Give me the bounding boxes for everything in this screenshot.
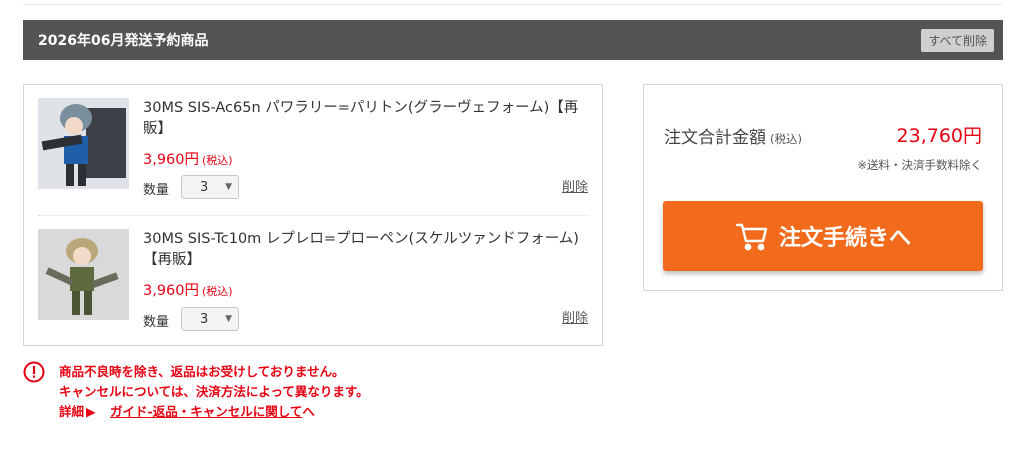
quantity-select[interactable]: 3 ▼	[181, 307, 239, 331]
tax-note: (税込)	[202, 285, 233, 298]
detail-arrow-icon: ▶	[86, 404, 96, 419]
notice-detail: 詳細 ▶ ガイド-返品・キャンセルに関してへ	[59, 402, 369, 422]
quantity-select[interactable]: 3 ▼	[181, 175, 239, 199]
top-divider	[23, 4, 1003, 5]
item-divider	[38, 215, 588, 216]
section-title: 2026年06月発送予約商品	[38, 33, 209, 49]
quantity-value: 3	[200, 179, 209, 195]
product-image[interactable]	[38, 98, 129, 189]
product-price: 3,960円 (税込)	[143, 148, 233, 169]
total-amount: 23,760円	[896, 125, 982, 147]
total-label: 注文合計金額 (税込)	[664, 123, 802, 148]
quantity-label: 数量	[143, 183, 170, 198]
quantity-value: 3	[200, 311, 209, 327]
delete-item-link[interactable]: 削除	[562, 176, 588, 195]
product-price: 3,960円 (税込)	[143, 279, 233, 300]
notice-line-1: 商品不良時を除き、返品はお受けしておりません。	[59, 364, 345, 379]
detail-label: 詳細	[59, 404, 85, 419]
return-guide-link[interactable]: ガイド-返品・キャンセルに関して	[110, 404, 302, 419]
total-tax-note: (税込)	[770, 132, 802, 146]
alert-icon	[23, 361, 45, 389]
total-note: ※送料・決済手数料除く	[857, 158, 982, 172]
cart-item-list: 30MS SIS-Ac65n パワラリー=パリトン(グラーヴェフォーム)【再販】…	[23, 84, 603, 346]
chevron-down-icon: ▼	[225, 182, 232, 192]
tax-note: (税込)	[202, 154, 233, 167]
delete-all-button[interactable]: すべて削除	[921, 28, 994, 52]
checkout-button[interactable]: 注文手続きへ	[663, 201, 983, 271]
product-name[interactable]: 30MS SIS-Ac65n パワラリー=パリトン(グラーヴェフォーム)【再販】	[143, 98, 583, 140]
total-label-text: 注文合計金額	[664, 128, 766, 148]
section-header: 2026年06月発送予約商品 すべて削除	[23, 20, 1003, 60]
order-summary: 注文合計金額 (税込) 23,760円 ※送料・決済手数料除く 注文手続きへ	[643, 84, 1003, 291]
link-suffix: へ	[302, 404, 315, 419]
notice-line-2: キャンセルについては、決済方法によって異なります。	[59, 384, 369, 399]
product-image[interactable]	[38, 229, 129, 320]
price-value: 3,960円	[143, 152, 200, 168]
delete-item-link[interactable]: 削除	[562, 307, 588, 326]
cart-icon	[735, 221, 769, 251]
quantity-label: 数量	[143, 315, 170, 330]
chevron-down-icon: ▼	[225, 314, 232, 324]
checkout-label: 注文手続きへ	[778, 226, 911, 251]
price-value: 3,960円	[143, 283, 200, 299]
product-name[interactable]: 30MS SIS-Tc10m レプレロ=プローペン(スケルツァンドフォーム)【再…	[143, 229, 583, 271]
